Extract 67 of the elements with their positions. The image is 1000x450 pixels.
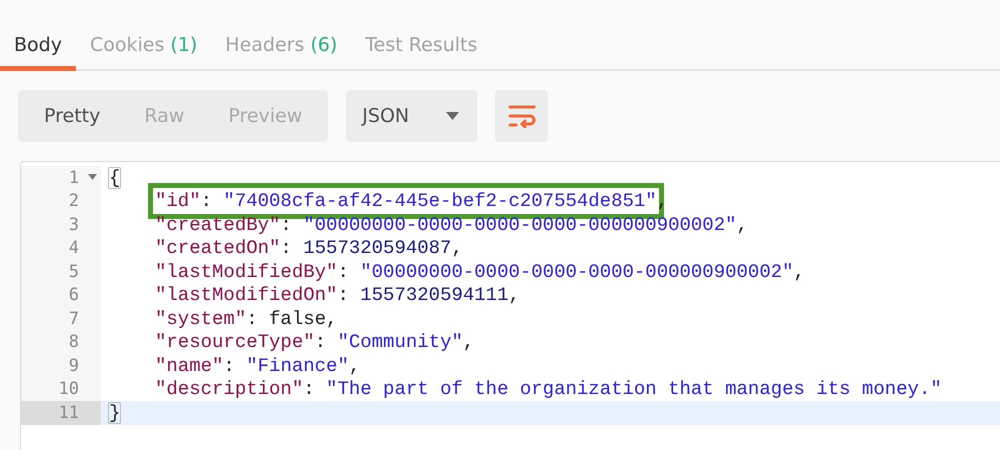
json-key: "lastModifiedOn": [155, 284, 338, 306]
line-number: 4: [68, 238, 79, 258]
json-punctuation: ,: [656, 190, 668, 212]
json-punctuation: }: [108, 402, 122, 424]
format-dropdown[interactable]: JSON: [346, 90, 478, 142]
json-punctuation: :: [280, 237, 293, 260]
code-editor[interactable]: [20, 161, 1000, 450]
json-punctuation: ,: [462, 331, 474, 354]
tab[interactable]: Headers (6): [211, 24, 352, 71]
json-key: "lastModifiedBy": [155, 260, 338, 283]
json-punctuation: ,: [508, 284, 520, 306]
line-number: 10: [58, 379, 79, 400]
view-mode-button[interactable]: Pretty: [44, 105, 100, 127]
json-punctuation: ,: [794, 260, 805, 283]
tab-label: Headers: [225, 34, 304, 56]
json-punctuation: :: [246, 308, 259, 330]
json-key: "name": [155, 354, 224, 377]
line-number: 9: [68, 356, 79, 376]
line-number: 1: [68, 168, 79, 188]
line-number: 11: [58, 402, 79, 423]
json-punctuation: :: [280, 214, 293, 236]
wrap-lines-icon: [508, 104, 536, 128]
json-key: "system": [155, 308, 246, 330]
json-punctuation: :: [223, 354, 236, 377]
view-mode-button[interactable]: Raw: [144, 105, 184, 127]
tab-label: Body: [14, 34, 62, 56]
tab-count: (6): [310, 34, 338, 56]
json-punctuation: :: [200, 190, 214, 212]
line-number: 8: [68, 332, 79, 352]
json-boolean: false: [269, 308, 326, 330]
tab-label: Test Results: [365, 34, 478, 56]
json-punctuation: {: [108, 166, 122, 189]
line-number: 3: [68, 214, 79, 235]
json-punctuation: :: [303, 378, 316, 400]
json-punctuation: ,: [451, 237, 463, 260]
view-mode-button[interactable]: Preview: [228, 105, 302, 127]
json-key: "description": [155, 378, 304, 400]
json-punctuation: :: [337, 260, 350, 283]
json-string: "00000000-0000-0000-0000-000000900002": [360, 260, 794, 283]
json-key: "createdBy": [155, 214, 280, 236]
json-punctuation: ,: [348, 354, 360, 377]
tab-count: (1): [170, 34, 198, 56]
json-punctuation: ,: [326, 308, 338, 330]
tab[interactable]: Cookies (1): [76, 24, 212, 71]
json-punctuation: :: [337, 284, 350, 306]
json-number: 1557320594087: [303, 237, 452, 260]
line-number: 5: [68, 262, 79, 282]
json-key: "resourceType": [155, 331, 315, 354]
json-punctuation: ,: [736, 214, 748, 236]
json-key: "id": [155, 190, 201, 212]
json-number: 1557320594111: [360, 284, 508, 306]
line-number: 2: [68, 191, 79, 212]
tab[interactable]: Body: [0, 24, 76, 71]
json-string: "The part of the organization that manages its money.": [326, 378, 942, 400]
json-string: "00000000-0000-0000-0000-000000900002": [303, 214, 737, 236]
tab-label: Cookies: [90, 34, 164, 56]
json-string: "Finance": [246, 354, 349, 377]
json-key: "createdOn": [155, 237, 280, 260]
fold-caret-icon[interactable]: [88, 174, 97, 180]
json-string: "Community": [337, 331, 463, 354]
line-number: 7: [68, 308, 79, 329]
json-punctuation: :: [314, 331, 328, 354]
tab[interactable]: Test Results: [351, 24, 492, 71]
line-number: 6: [68, 285, 79, 306]
wrap-button[interactable]: [495, 90, 548, 142]
caret-icon: [446, 112, 460, 120]
json-string: "74008cfa-af42-445e-bef2-c207554de851": [223, 190, 657, 212]
